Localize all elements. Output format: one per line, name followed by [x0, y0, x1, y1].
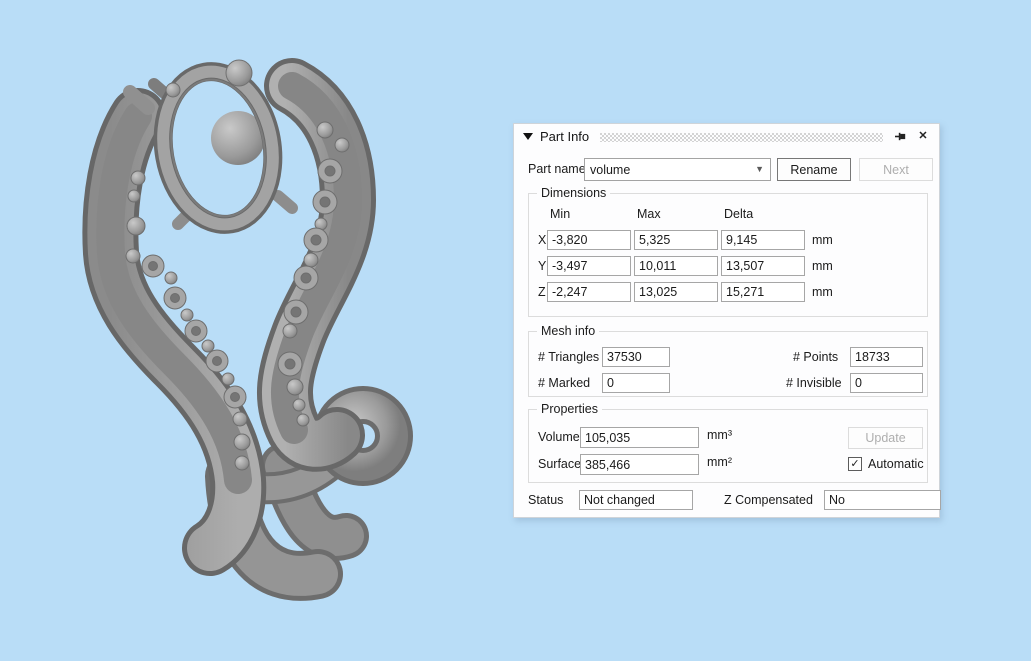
properties-groupbox: Properties Volume mm³ Update Surface mm²…: [528, 402, 928, 483]
automatic-checkbox[interactable]: ✓: [848, 457, 862, 471]
y-unit-label: mm: [812, 259, 833, 273]
col-header-max: Max: [637, 207, 661, 221]
y-max-field[interactable]: [634, 256, 718, 276]
status-row: Status Z Compensated: [528, 490, 941, 510]
axis-label-z: Z: [538, 285, 546, 299]
part-info-panel: Part Info ✕ Part name volume ▼ Rename Ne…: [513, 123, 941, 518]
col-header-min: Min: [550, 207, 571, 221]
surface-field[interactable]: [580, 454, 699, 475]
z-compensated-field[interactable]: [824, 490, 941, 510]
ring-3d-model: [82, 58, 413, 601]
invisible-field[interactable]: [850, 373, 923, 393]
marked-label: # Marked: [538, 376, 591, 390]
next-button[interactable]: Next: [859, 158, 933, 181]
triangles-field[interactable]: [602, 347, 670, 367]
part-name-label: Part name: [528, 162, 586, 176]
mesh-info-groupbox: Mesh info # Triangles # Points # Marked …: [528, 324, 928, 397]
chevron-down-icon: ▼: [755, 164, 764, 174]
part-name-value: volume: [590, 162, 631, 177]
panel-titlebar[interactable]: Part Info ✕: [514, 124, 939, 148]
automatic-checkbox-row[interactable]: ✓ Automatic: [848, 457, 924, 471]
dimensions-legend: Dimensions: [537, 186, 611, 200]
x-max-field[interactable]: [634, 230, 718, 250]
invisible-label: # Invisible: [786, 376, 842, 390]
part-name-row: Part name volume ▼ Rename Next: [528, 158, 933, 181]
x-delta-field[interactable]: [721, 230, 805, 250]
update-button[interactable]: Update: [848, 427, 923, 449]
volume-field[interactable]: [580, 427, 699, 448]
x-unit-label: mm: [812, 233, 833, 247]
z-compensated-label: Z Compensated: [724, 493, 813, 507]
z-unit-label: mm: [812, 285, 833, 299]
close-icon[interactable]: ✕: [915, 128, 931, 144]
status-field[interactable]: [579, 490, 693, 510]
collapse-triangle-icon[interactable]: [523, 132, 533, 140]
surface-label: Surface: [538, 457, 582, 471]
rename-button[interactable]: Rename: [777, 158, 851, 181]
z-min-field[interactable]: [547, 282, 631, 302]
axis-label-y: Y: [538, 259, 547, 273]
axis-label-x: X: [538, 233, 547, 247]
z-delta-field[interactable]: [721, 282, 805, 302]
points-field[interactable]: [850, 347, 923, 367]
x-min-field[interactable]: [547, 230, 631, 250]
checkmark-icon: ✓: [850, 457, 860, 470]
points-label: # Points: [793, 350, 839, 364]
drag-handle-texture[interactable]: [600, 132, 883, 142]
marked-field[interactable]: [602, 373, 670, 393]
automatic-label: Automatic: [868, 457, 924, 471]
y-delta-field[interactable]: [721, 256, 805, 276]
volume-unit-label: mm³: [707, 428, 732, 442]
dimensions-groupbox: Dimensions Min Max Delta X mm Y mm Z mm: [528, 186, 928, 317]
volume-label: Volume: [538, 430, 580, 444]
mesh-info-legend: Mesh info: [537, 324, 600, 338]
pin-icon[interactable]: [892, 128, 908, 144]
panel-title: Part Info: [540, 128, 590, 144]
y-min-field[interactable]: [547, 256, 631, 276]
z-max-field[interactable]: [634, 282, 718, 302]
part-name-combobox[interactable]: volume ▼: [584, 158, 771, 181]
col-header-delta: Delta: [724, 207, 754, 221]
status-label: Status: [528, 493, 564, 507]
surface-unit-label: mm²: [707, 455, 732, 469]
triangles-label: # Triangles: [538, 350, 600, 364]
properties-legend: Properties: [537, 402, 602, 416]
